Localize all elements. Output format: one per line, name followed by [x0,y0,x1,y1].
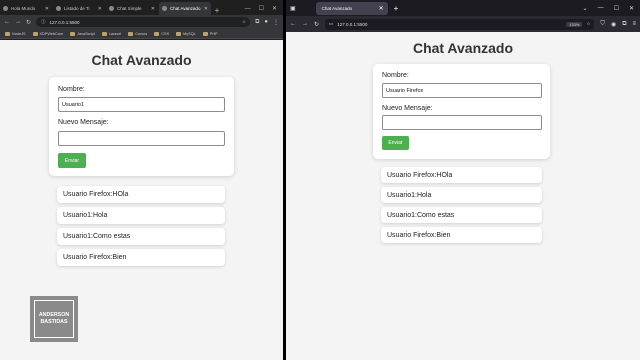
tab-list-icon[interactable]: ▣ [290,5,296,12]
folder-icon [176,31,182,36]
desktop: Hola Mundo ✕ Listado de Ti ✕ Chat Simple ✕ … [0,0,640,360]
close-window-icon[interactable]: ✕ [629,5,634,12]
site-info-icon[interactable]: ⓘ [41,19,46,25]
name-input[interactable]: Usuario Firefox [382,83,542,98]
firefox-window: ▣ Chat Avanzado ✕ + ⌄ — ☐ ✕ ← → ↻ ▭ 127.… [286,0,640,360]
folder-icon [202,31,208,36]
tab-favicon-icon [3,6,8,11]
message-item: Usuario Firefox:HOla [381,167,542,183]
message-item: Usuario Firefox:HOla [57,186,225,203]
name-input[interactable]: Usuario1 [58,97,225,112]
tab-favicon-icon [56,6,61,11]
window-controls: — ☐ ✕ [245,2,283,15]
message-item: Usuario1:Hola [381,187,542,203]
chat-page-right: Chat Avanzado Nombre: Usuario Firefox Nu… [286,32,640,360]
folder-icon [32,31,38,36]
folder-icon [128,31,134,36]
list-all-tabs-icon[interactable]: ⌄ [583,5,588,12]
window-controls: ⌄ — ☐ ✕ [583,5,640,12]
firefox-toolbar: ← → ↻ ▭ 127.0.0.1:5500 133% ☆ ⛉ ◉ ⧉ ≡ [286,16,640,32]
chrome-tab-strip: Hola Mundo ✕ Listado de Ti ✕ Chat Simple ✕ … [0,0,283,15]
message-input[interactable] [58,131,225,146]
close-tab-icon[interactable]: ✕ [151,6,155,12]
message-input[interactable] [382,115,542,130]
back-icon[interactable]: ← [290,21,296,27]
bookmark-css[interactable]: CSS [154,31,169,36]
folder-icon [101,31,107,36]
bookmark-php[interactable]: PHP [202,31,218,36]
tab-favicon-icon [109,6,114,11]
forward-icon[interactable]: → [302,21,308,27]
maximize-icon[interactable]: ☐ [259,5,264,12]
bookmark-xdpwebcam[interactable]: XDPWebCam [32,31,63,36]
menu-icon[interactable]: ⋮ [273,19,279,26]
folder-icon [5,31,10,36]
close-tab-icon[interactable]: ✕ [45,6,49,12]
message-item: Usuario1:Como estas [381,207,542,223]
message-item: Usuario1:Como estas [57,228,225,245]
bookmark-star-icon[interactable]: ☆ [586,21,590,27]
message-item: Usuario1:Hola [57,207,225,224]
page-info-icon[interactable]: ▭ [329,21,333,27]
page-title: Chat Avanzado [91,52,192,68]
bookmark-laravel[interactable]: Laravel [101,31,121,36]
address-text: 127.0.0.1:5500 [337,21,368,27]
bookmark-star-icon[interactable]: ☆ [242,19,246,25]
send-button[interactable]: Enviar [58,153,86,168]
close-tab-icon[interactable]: ✕ [204,6,208,12]
address-bar[interactable]: ▭ 127.0.0.1:5500 133% ☆ [325,18,595,30]
watermark-line2: BASTIDAS [40,319,68,325]
firefox-tab-strip: ▣ Chat Avanzado ✕ + ⌄ — ☐ ✕ [286,0,640,16]
minimize-icon[interactable]: — [245,6,251,12]
chat-form-card: Nombre: Usuario1 Nuevo Mensaje: Enviar [49,77,234,176]
menu-icon[interactable]: ≡ [632,21,636,27]
pocket-icon[interactable]: ⛉ [600,21,605,28]
back-icon[interactable]: ← [4,19,10,25]
bookmark-cursos[interactable]: Cursos [128,31,147,36]
extensions-icon[interactable]: ⧉ [255,19,259,26]
message-label: Nuevo Mensaje: [382,105,433,112]
bookmarks-bar: NodeJS XDPWebCam JavaScript Laravel Curs… [0,29,283,39]
message-label: Nuevo Mensaje: [58,119,109,126]
tab-favicon-icon [162,6,167,11]
address-text: 127.0.0.1:5500 [49,19,80,25]
reload-icon[interactable]: ↻ [26,19,31,26]
watermark-logo: ANDERSON BASTIDAS [30,296,78,342]
address-bar[interactable]: ⓘ 127.0.0.1:5500 ☆ [36,17,251,27]
tab-listado[interactable]: Listado de Ti ✕ [53,2,105,15]
tab-chat-simple[interactable]: Chat Simple ✕ [106,2,158,15]
profile-icon[interactable]: ● [264,19,268,25]
close-tab-icon[interactable]: ✕ [379,5,384,12]
message-item: Usuario Firefox:Bien [381,227,542,243]
close-tab-icon[interactable]: ✕ [98,6,102,12]
tab-hola-mundo[interactable]: Hola Mundo ✕ [0,2,52,15]
new-tab-button[interactable]: + [212,6,222,15]
bookmark-mysql[interactable]: MySQL [176,31,196,36]
zoom-indicator[interactable]: 133% [566,21,583,27]
maximize-icon[interactable]: ☐ [614,5,619,12]
bookmark-javascript[interactable]: JavaScript [70,31,95,36]
name-label: Nombre: [382,72,409,79]
folder-icon [70,31,76,36]
minimize-icon[interactable]: — [598,5,604,12]
reload-icon[interactable]: ↻ [314,21,319,28]
chrome-toolbar: ← → ↻ ⓘ 127.0.0.1:5500 ☆ ⧉ ● ⋮ [0,15,283,29]
forward-icon[interactable]: → [15,19,21,25]
tab-chat-avanzado[interactable]: Chat Avanzado ✕ [315,1,388,15]
bookmark-nodejs[interactable]: NodeJS [5,31,26,36]
extensions-icon[interactable]: ⧉ [622,21,626,28]
new-tab-button[interactable]: + [394,4,399,13]
tab-chat-avanzado[interactable]: Chat Avanzado ✕ [159,2,211,15]
account-icon[interactable]: ◉ [611,21,616,28]
folder-icon [154,31,160,36]
message-item: Usuario Firefox:Bien [57,249,225,266]
close-window-icon[interactable]: ✕ [272,5,277,12]
watermark-frame: ANDERSON BASTIDAS [34,300,74,338]
watermark-line1: ANDERSON [38,312,70,318]
chat-form-card: Nombre: Usuario Firefox Nuevo Mensaje: E… [373,64,550,159]
page-title: Chat Avanzado [412,40,514,56]
name-label: Nombre: [58,86,85,93]
send-button[interactable]: Enviar [382,136,409,150]
